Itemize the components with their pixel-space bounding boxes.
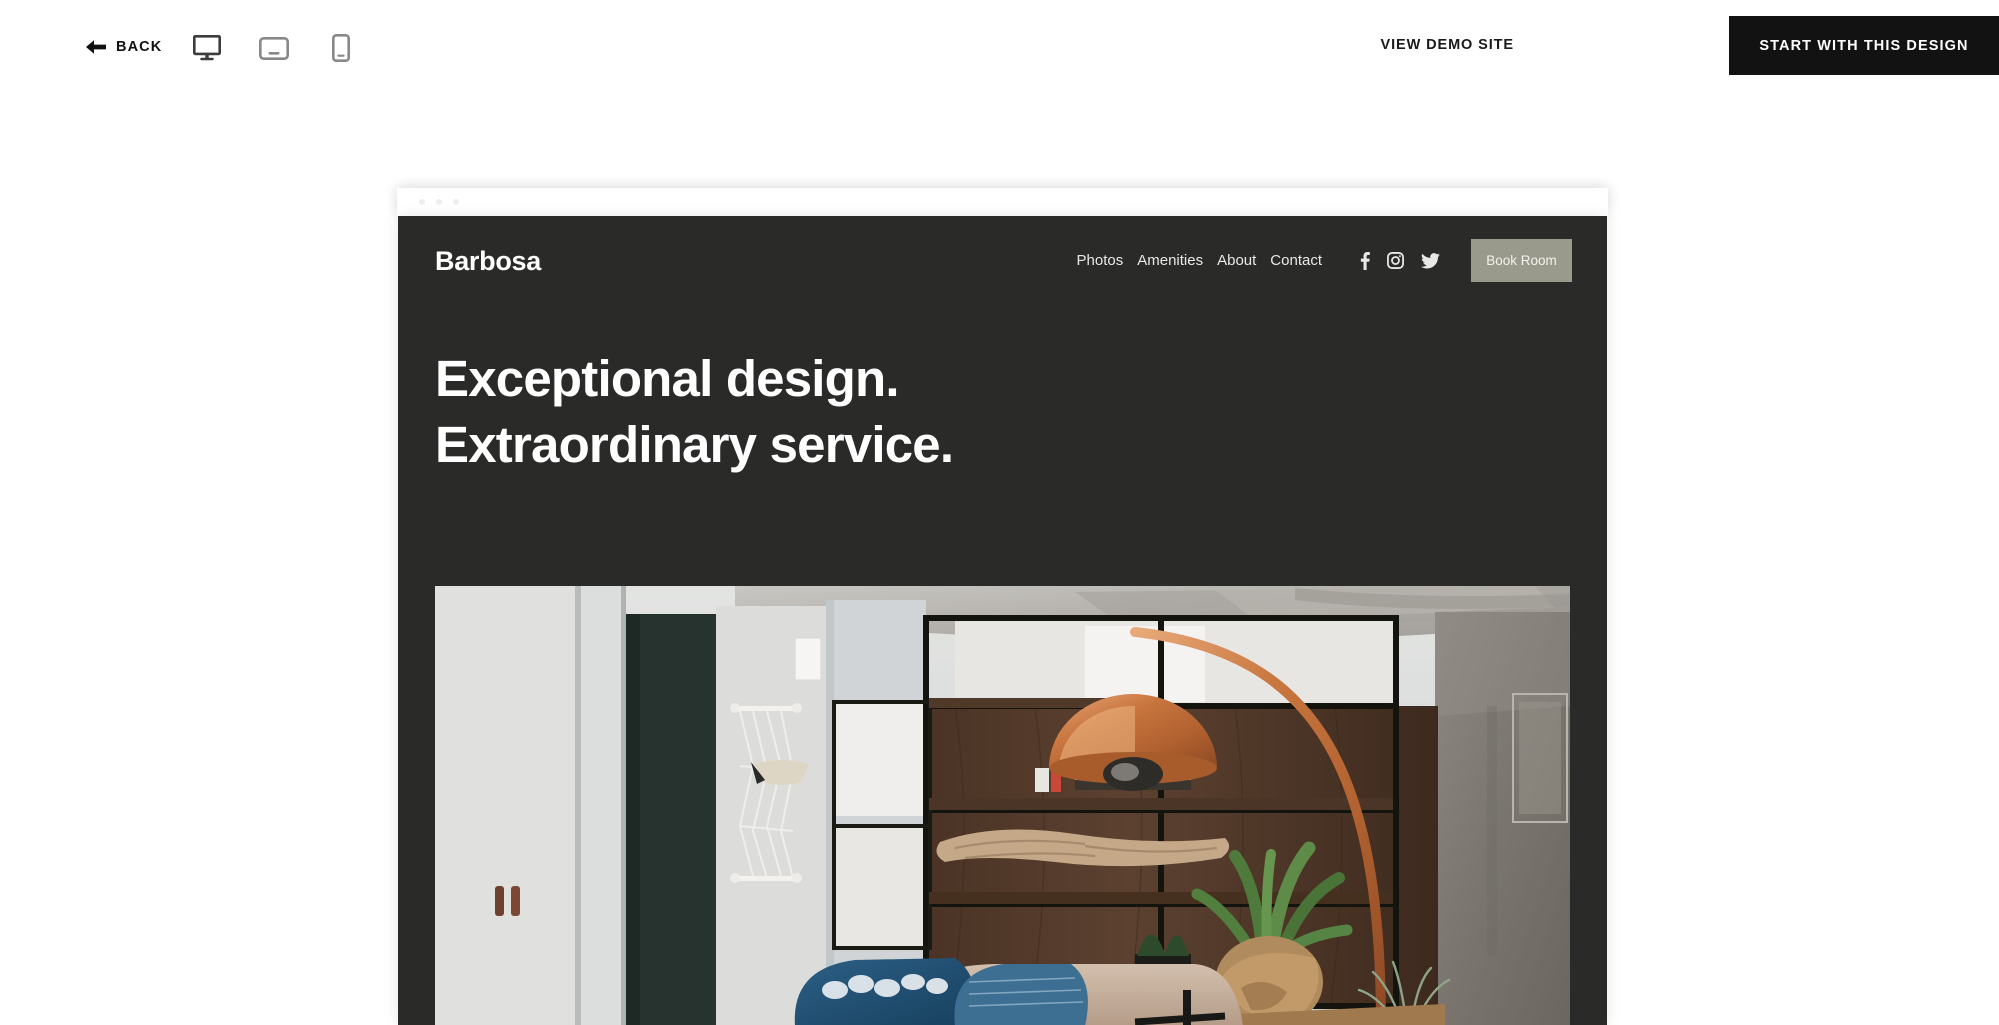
site-logo[interactable]: Barbosa	[435, 246, 541, 277]
tablet-icon	[259, 36, 289, 60]
browser-dot-close	[419, 199, 425, 205]
twitter-icon[interactable]	[1421, 252, 1440, 269]
nav-link-photos[interactable]: Photos	[1077, 252, 1124, 269]
hero-headline-line-2: Extraordinary service.	[435, 416, 954, 474]
browser-chrome-bar	[397, 188, 1608, 216]
facebook-icon[interactable]	[1360, 251, 1370, 270]
device-toggle-mobile[interactable]	[324, 32, 358, 64]
arrow-left-icon	[85, 39, 107, 55]
browser-dot-minimize	[436, 199, 442, 205]
back-button[interactable]: BACK	[85, 39, 162, 55]
hero-headline: Exceptional design. Extraordinary servic…	[435, 346, 954, 479]
book-room-button[interactable]: Book Room	[1471, 239, 1572, 282]
device-toggle-desktop[interactable]	[190, 32, 224, 64]
site-nav-right: Photos Amenities About Contact Book Room	[1077, 239, 1572, 282]
preview-site: Barbosa Photos Amenities About Contact B…	[398, 216, 1607, 1025]
site-nav-links: Photos Amenities About Contact	[1077, 252, 1322, 269]
nav-link-about[interactable]: About	[1217, 252, 1256, 269]
device-toggle-tablet[interactable]	[257, 32, 291, 64]
hero-headline-line-1: Exceptional design.	[435, 350, 900, 407]
desktop-monitor-icon	[193, 35, 221, 61]
nav-link-amenities[interactable]: Amenities	[1137, 252, 1203, 269]
device-toggle-group	[190, 32, 358, 64]
site-navbar: Barbosa Photos Amenities About Contact B…	[398, 216, 1607, 316]
hero-photo-illustration	[435, 586, 1570, 1025]
mobile-phone-icon	[332, 34, 350, 62]
template-preview: Barbosa Photos Amenities About Contact B…	[397, 188, 1608, 1025]
view-demo-site-link[interactable]: VIEW DEMO SITE	[1381, 38, 1514, 53]
hero-photo	[435, 586, 1570, 1025]
top-toolbar: BACK VIEW DEMO SITE START WITH THIS DESI…	[0, 0, 1999, 94]
back-label: BACK	[116, 38, 163, 55]
browser-dot-maximize	[453, 199, 459, 205]
nav-link-contact[interactable]: Contact	[1270, 252, 1322, 269]
site-social-links	[1360, 251, 1440, 270]
start-with-this-design-button[interactable]: START WITH THIS DESIGN	[1729, 16, 1999, 75]
instagram-icon[interactable]	[1387, 252, 1404, 269]
